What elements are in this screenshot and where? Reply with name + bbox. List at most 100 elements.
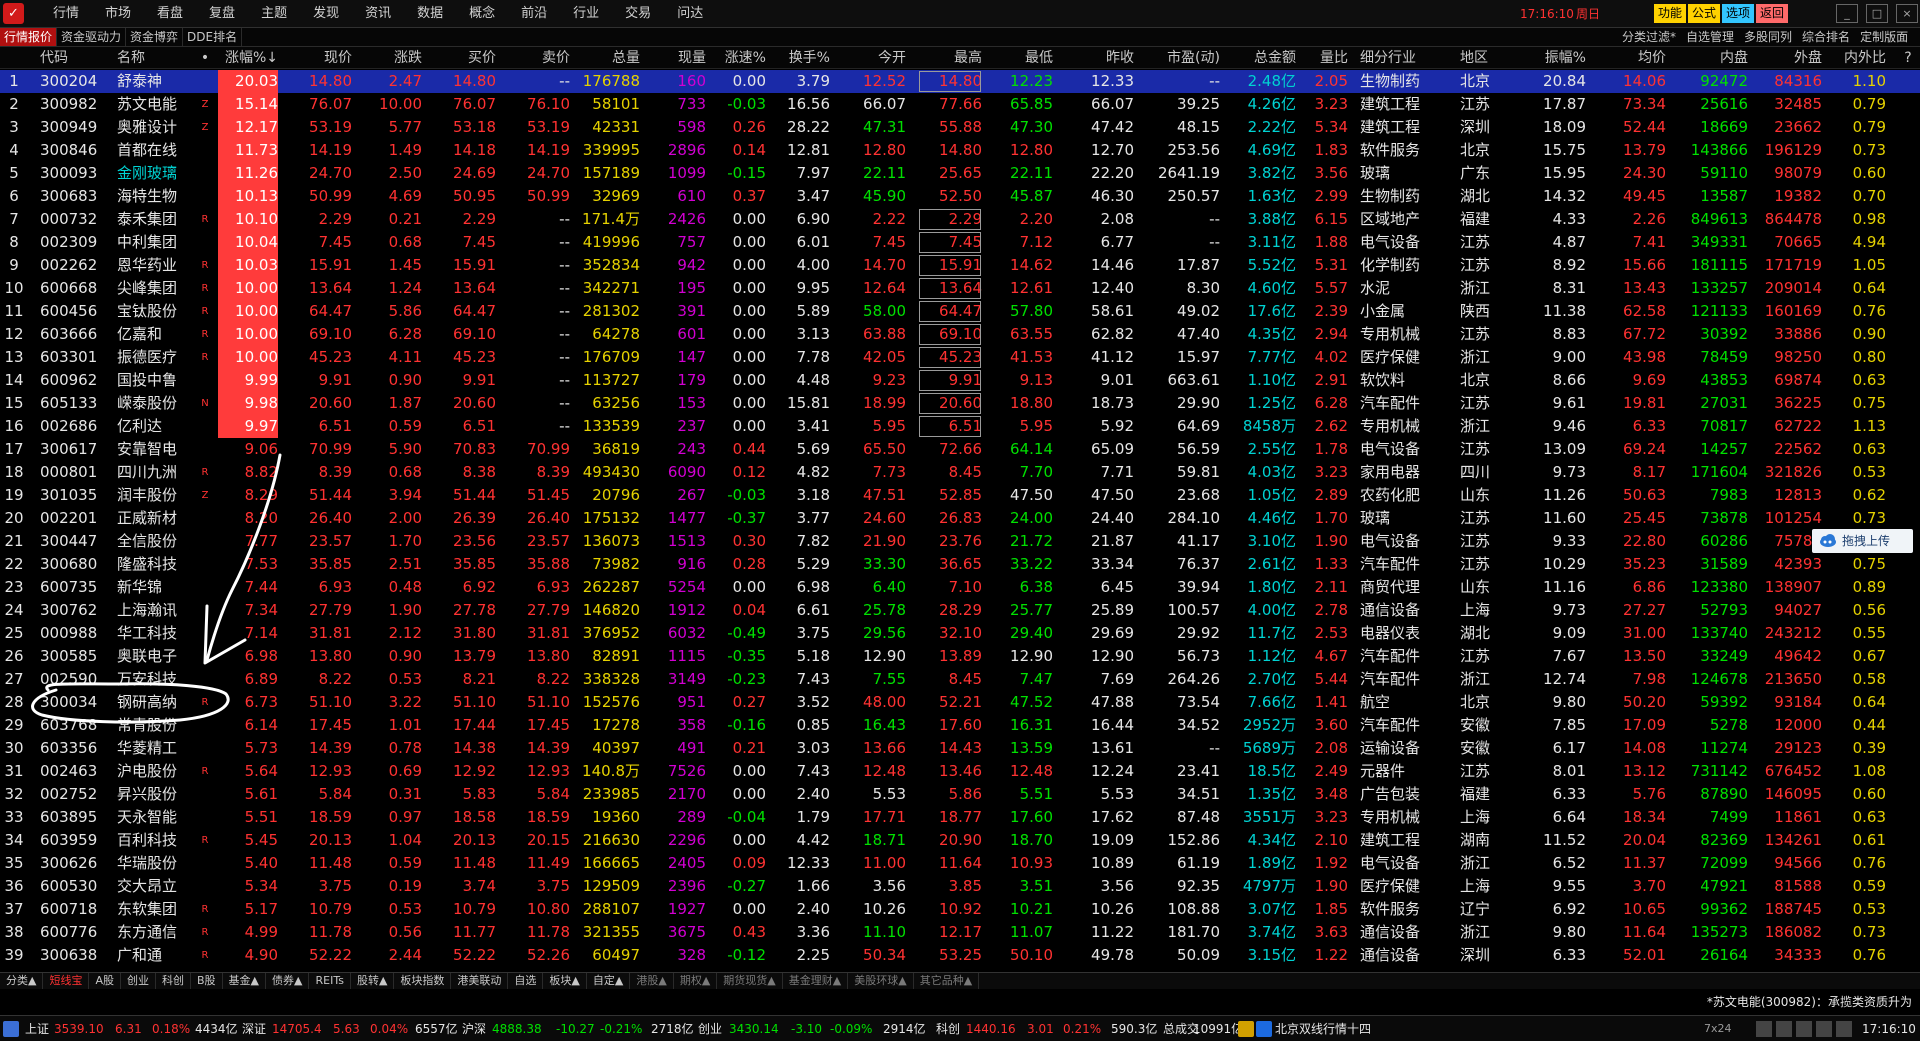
category-tab-17[interactable]: 期货现货▲ — [717, 973, 783, 989]
category-tab-13[interactable]: 板块▲ — [543, 973, 587, 989]
table-row[interactable]: 38 600776 东方通信 R 4.99 11.78 0.56 11.77 11.78 3213… — [0, 921, 1920, 944]
category-tab-20[interactable]: 其它品种▲ — [914, 973, 980, 989]
top-button-1[interactable]: 公式 — [1688, 4, 1721, 23]
phone-icon[interactable] — [1756, 1021, 1772, 1037]
table-row[interactable]: 25 000988 华工科技 7.14 31.81 2.12 31.80 31.81 37695… — [0, 622, 1920, 645]
category-tab-15[interactable]: 港股▲ — [630, 973, 674, 989]
column-header-5[interactable]: 现价 — [287, 47, 352, 69]
sz-index-label[interactable]: 深证 — [242, 1016, 266, 1041]
category-tab-5[interactable]: B股 — [191, 973, 223, 989]
kc-index-label[interactable]: 科创 — [936, 1016, 960, 1041]
column-header-2[interactable]: 名称 — [117, 47, 187, 69]
app-logo-icon[interactable]: ✓ — [3, 3, 24, 24]
table-row[interactable]: 27 002590 万安科技 6.89 8.22 0.53 8.21 8.22 338328 31… — [0, 668, 1920, 691]
column-header-10[interactable]: 现量 — [648, 47, 706, 69]
table-row[interactable]: 22 300680 隆盛科技 7.53 35.85 2.51 35.85 35.88 73982… — [0, 553, 1920, 576]
category-tab-0[interactable]: 分类▲ — [0, 973, 44, 989]
tools-icon[interactable] — [1816, 1021, 1832, 1037]
category-tab-9[interactable]: 股转▲ — [351, 973, 395, 989]
column-header-26[interactable]: 内外比 — [1826, 47, 1886, 69]
tool-tab-0[interactable]: 分类过滤* — [1617, 28, 1681, 46]
column-header-21[interactable]: 地区 — [1460, 47, 1514, 69]
column-header-14[interactable]: 最高 — [918, 47, 982, 69]
column-header-15[interactable]: 最低 — [988, 47, 1053, 69]
table-row[interactable]: 19 301035 润丰股份 Z 8.29 51.44 3.94 51.44 51.45 2079… — [0, 484, 1920, 507]
category-tab-4[interactable]: 科创 — [156, 973, 191, 989]
category-tab-16[interactable]: 期权▲ — [674, 973, 718, 989]
drag-upload-button[interactable]: 拖拽上传 — [1812, 529, 1913, 553]
category-tab-3[interactable]: 创业 — [121, 973, 156, 989]
message-icon[interactable] — [1776, 1021, 1792, 1037]
notice-icon[interactable] — [1238, 1021, 1254, 1037]
column-header-0[interactable] — [0, 47, 28, 69]
column-header-12[interactable]: 换手% — [772, 47, 830, 69]
maximize-icon[interactable]: □ — [1866, 4, 1888, 23]
column-header-24[interactable]: 内盘 — [1672, 47, 1748, 69]
menu-item-9[interactable]: 前沿 — [508, 0, 560, 28]
menu-item-8[interactable]: 概念 — [456, 0, 508, 28]
menu-item-5[interactable]: 发现 — [300, 0, 352, 28]
column-header-6[interactable]: 涨跌 — [360, 47, 422, 69]
table-row[interactable]: 24 300762 上海瀚讯 7.34 27.79 1.90 27.78 27.79 14682… — [0, 599, 1920, 622]
category-tab-12[interactable]: 自选 — [508, 973, 544, 989]
category-tab-7[interactable]: 债券▲ — [266, 973, 310, 989]
top-button-3[interactable]: 返回 — [1756, 4, 1789, 23]
table-row[interactable]: 32 002752 昇兴股份 5.61 5.84 0.31 5.83 5.84 233985 21… — [0, 783, 1920, 806]
menu-item-10[interactable]: 行业 — [560, 0, 612, 28]
view-tab-0[interactable]: 行情报价 — [0, 28, 58, 46]
table-row[interactable]: 18 000801 四川九洲 R 8.82 8.39 0.68 8.38 8.39 493430 6… — [0, 461, 1920, 484]
column-header-13[interactable]: 今开 — [838, 47, 906, 69]
table-row[interactable]: 10 600668 尖峰集团 R 10.00 13.64 1.24 13.64 -- 342271… — [0, 277, 1920, 300]
column-header-20[interactable]: 细分行业 — [1360, 47, 1444, 69]
column-header-19[interactable]: 量比 — [1300, 47, 1348, 69]
table-row[interactable]: 13 603301 振德医疗 R 10.00 45.23 4.11 45.23 -- 176709… — [0, 346, 1920, 369]
news-24h-badge[interactable]: 7x24 — [1704, 1016, 1732, 1041]
top-button-0[interactable]: 功能 — [1654, 4, 1687, 23]
table-row[interactable]: 37 600718 东软集团 R 5.17 10.79 0.53 10.79 10.80 2881… — [0, 898, 1920, 921]
minimize-icon[interactable]: _ — [1836, 4, 1858, 23]
table-row[interactable]: 23 600735 新华锦 7.44 6.93 0.48 6.92 6.93 262287 525… — [0, 576, 1920, 599]
table-row[interactable]: 8 002309 中利集团 10.04 7.45 0.68 7.45 -- 419996 757 0… — [0, 231, 1920, 254]
table-row[interactable]: 12 603666 亿嘉和 R 10.00 69.10 6.28 69.10 -- 64278 60… — [0, 323, 1920, 346]
column-header-4[interactable]: 涨幅%↓ — [218, 47, 278, 69]
cy-index-label[interactable]: 创业 — [698, 1016, 722, 1041]
column-header-11[interactable]: 涨速% — [712, 47, 766, 69]
column-header-1[interactable]: 代码 — [40, 47, 112, 69]
table-row[interactable]: 1 300204 舒泰神 20.03 14.80 2.47 14.80 -- 176788 160… — [0, 70, 1920, 93]
table-row[interactable]: 28 300034 钢研高纳 R 6.73 51.10 3.22 51.10 51.10 1525… — [0, 691, 1920, 714]
status-menu-icon[interactable] — [3, 1021, 19, 1037]
column-header-23[interactable]: 均价 — [1594, 47, 1666, 69]
category-tab-8[interactable]: REITs — [309, 973, 351, 989]
column-header-7[interactable]: 买价 — [430, 47, 496, 69]
top-button-2[interactable]: 选项 — [1722, 4, 1755, 23]
category-tab-18[interactable]: 基金理财▲ — [783, 973, 849, 989]
tool-tab-4[interactable]: 定制版面 — [1855, 28, 1913, 46]
column-header-9[interactable]: 总量 — [578, 47, 640, 69]
table-row[interactable]: 35 300626 华瑞股份 5.40 11.48 0.59 11.48 11.49 16666… — [0, 852, 1920, 875]
table-row[interactable]: 31 002463 沪电股份 R 5.64 12.93 0.69 12.92 12.93 140.… — [0, 760, 1920, 783]
settings-icon[interactable] — [1836, 1021, 1852, 1037]
view-tab-3[interactable]: DDE排名 — [183, 28, 243, 46]
table-row[interactable]: 29 603768 常青股份 6.14 17.45 1.01 17.44 17.45 17278… — [0, 714, 1920, 737]
table-row[interactable]: 2 300982 苏文电能 Z 15.14 76.07 10.00 76.07 76.10 581… — [0, 93, 1920, 116]
server-icon[interactable] — [1256, 1021, 1272, 1037]
table-row[interactable]: 34 603959 百利科技 R 5.45 20.13 1.04 20.13 20.15 2166… — [0, 829, 1920, 852]
category-tab-2[interactable]: A股 — [89, 973, 121, 989]
table-row[interactable]: 15 605133 嵘泰股份 N 9.98 20.60 1.87 20.60 -- 63256 15… — [0, 392, 1920, 415]
menu-item-11[interactable]: 交易 — [612, 0, 664, 28]
table-row[interactable]: 6 300683 海特生物 10.13 50.99 4.69 50.95 50.99 32969… — [0, 185, 1920, 208]
view-tab-1[interactable]: 资金驱动力 — [57, 28, 127, 46]
table-row[interactable]: 20 002201 正威新材 8.20 26.40 2.00 26.39 26.40 17513… — [0, 507, 1920, 530]
table-row[interactable]: 36 600530 交大昂立 5.34 3.75 0.19 3.74 3.75 129509 23… — [0, 875, 1920, 898]
sh-index-label[interactable]: 上证 — [25, 1016, 49, 1041]
table-row[interactable]: 14 600962 国投中鲁 9.99 9.91 0.90 9.91 -- 113727 179 0… — [0, 369, 1920, 392]
column-header-8[interactable]: 卖价 — [504, 47, 570, 69]
column-header-22[interactable]: 振幅% — [1520, 47, 1586, 69]
category-tab-6[interactable]: 基金▲ — [223, 973, 267, 989]
column-header-3[interactable]: • — [192, 47, 218, 69]
menu-item-2[interactable]: 看盘 — [144, 0, 196, 28]
hs-index-label[interactable]: 沪深 — [462, 1016, 486, 1041]
table-row[interactable]: 5 300093 金刚玻璃 11.26 24.70 2.50 24.69 24.70 15718… — [0, 162, 1920, 185]
menu-item-12[interactable]: 问达 — [664, 0, 716, 28]
tool-tab-3[interactable]: 综合排名 — [1797, 28, 1855, 46]
